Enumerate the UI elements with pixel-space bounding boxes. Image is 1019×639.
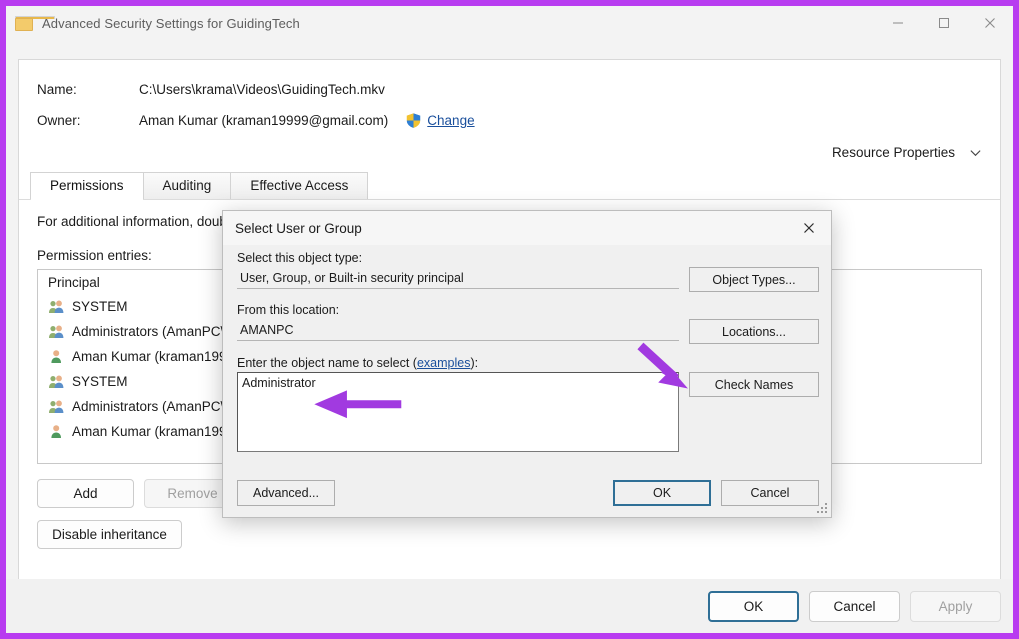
chevron-down-icon <box>970 150 981 157</box>
dialog-cancel-button[interactable]: Cancel <box>721 480 819 506</box>
dialog-title: Select User or Group <box>235 220 362 236</box>
location-input[interactable]: AMANPC <box>237 319 679 341</box>
owner-value: Aman Kumar (kraman19999@gmail.com) <box>139 113 389 128</box>
object-name-input[interactable]: Administrator <box>237 372 679 452</box>
advanced-security-settings-window: Advanced Security Settings for GuidingTe… <box>6 6 1013 633</box>
window-title: Advanced Security Settings for GuidingTe… <box>42 15 300 31</box>
tab-permissions[interactable]: Permissions <box>30 172 144 200</box>
close-button[interactable] <box>967 6 1013 40</box>
name-row: Name: C:\Users\krama\Videos\GuidingTech.… <box>19 74 1000 105</box>
inheritance-buttons: Disable inheritance <box>37 520 982 549</box>
object-type-label: Select this object type: <box>237 251 363 265</box>
object-info: Name: C:\Users\krama\Videos\GuidingTech.… <box>19 60 1000 136</box>
resize-grip[interactable] <box>816 502 828 514</box>
add-button[interactable]: Add <box>37 479 134 508</box>
principal-name: SYSTEM <box>72 299 128 314</box>
owner-label: Owner: <box>37 113 81 128</box>
dialog-body: Select this object type: User, Group, or… <box>223 245 831 469</box>
object-type-input[interactable]: User, Group, or Built-in security princi… <box>237 267 679 289</box>
location-field-row: AMANPC Locations... <box>237 319 819 344</box>
advanced-button[interactable]: Advanced... <box>237 480 335 506</box>
screenshot-frame: Advanced Security Settings for GuidingTe… <box>0 0 1019 639</box>
check-names-button[interactable]: Check Names <box>689 372 819 397</box>
user-icon <box>51 350 61 363</box>
name-label: Name: <box>37 82 77 97</box>
dialog-ok-button[interactable]: OK <box>613 480 711 506</box>
disable-inheritance-button[interactable]: Disable inheritance <box>37 520 182 549</box>
object-name-label-pre: Enter the object name to select ( <box>237 356 417 370</box>
principal-name: SYSTEM <box>72 374 128 389</box>
maximize-button[interactable] <box>921 6 967 40</box>
object-name-label-post: ): <box>470 356 479 370</box>
folder-icon <box>15 15 55 31</box>
resource-properties-label: Resource Properties <box>831 145 955 160</box>
uac-shield-icon <box>405 112 422 129</box>
change-owner-link[interactable]: Change <box>427 113 474 128</box>
tab-strip: Permissions Auditing Effective Access <box>19 172 1000 200</box>
tab-permissions-label: Permissions <box>50 178 124 193</box>
minimize-button[interactable] <box>875 6 921 40</box>
tab-auditing[interactable]: Auditing <box>142 172 232 199</box>
group-icon <box>49 400 64 413</box>
owner-row: Owner: Aman Kumar (kraman19999@gmail.com… <box>19 105 1000 136</box>
apply-button: Apply <box>910 590 1001 622</box>
group-icon <box>49 300 64 313</box>
cancel-button[interactable]: Cancel <box>809 590 900 622</box>
tab-effective-access-label: Effective Access <box>250 178 349 193</box>
window-caption-buttons <box>875 6 1013 40</box>
name-value: C:\Users\krama\Videos\GuidingTech.mkv <box>139 82 385 97</box>
object-name-field-row: Administrator Check Names <box>237 372 819 452</box>
locations-button[interactable]: Locations... <box>689 319 819 344</box>
object-type-field-row: User, Group, or Built-in security princi… <box>237 267 819 292</box>
dialog-close-button[interactable] <box>787 211 831 244</box>
group-icon <box>49 375 64 388</box>
resource-properties-row[interactable]: Resource Properties <box>19 145 1000 160</box>
tab-effective-access[interactable]: Effective Access <box>230 172 369 199</box>
user-icon <box>51 425 61 438</box>
dialog-footer: Advanced... OK Cancel <box>223 469 831 517</box>
group-icon <box>49 325 64 338</box>
object-types-button[interactable]: Object Types... <box>689 267 819 292</box>
select-user-or-group-dialog: Select User or Group Select this object … <box>222 210 832 518</box>
window-footer: OK Cancel Apply <box>6 579 1013 633</box>
tab-auditing-label: Auditing <box>162 178 212 193</box>
ok-button[interactable]: OK <box>708 590 799 622</box>
examples-link[interactable]: examples <box>417 356 471 370</box>
dialog-titlebar: Select User or Group <box>223 211 831 245</box>
object-name-label: Enter the object name to select (example… <box>237 356 819 370</box>
window-titlebar: Advanced Security Settings for GuidingTe… <box>6 6 1013 40</box>
location-label: From this location: <box>237 303 340 317</box>
